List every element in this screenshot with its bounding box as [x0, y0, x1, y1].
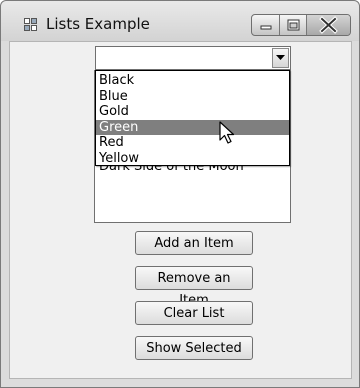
minimize-button[interactable]	[252, 15, 280, 35]
color-dropdown-list[interactable]: Black Blue Gold Green Red Yellow	[95, 70, 290, 166]
add-item-button[interactable]: Add an Item	[135, 231, 253, 255]
color-combobox[interactable]	[95, 46, 291, 70]
title-bar[interactable]: Lists Example	[1, 1, 359, 41]
dropdown-option-highlighted[interactable]: Green	[96, 119, 289, 135]
close-button[interactable]	[307, 15, 350, 35]
remove-item-button[interactable]: Remove an Item	[135, 266, 253, 308]
dropdown-option[interactable]: Blue	[96, 89, 289, 105]
chevron-down-icon	[276, 55, 285, 60]
minimize-icon	[260, 25, 272, 30]
maximize-icon	[287, 19, 300, 31]
dropdown-option[interactable]: Yellow	[96, 151, 289, 167]
dropdown-option[interactable]: Red	[96, 135, 289, 151]
app-window-icon	[24, 18, 37, 31]
close-icon	[319, 16, 338, 34]
mouse-pointer-icon	[219, 121, 235, 144]
dropdown-option[interactable]: Gold	[96, 104, 289, 120]
clear-list-button[interactable]: Clear List	[135, 301, 253, 325]
maximize-button[interactable]	[280, 15, 307, 35]
show-selected-button[interactable]: Show Selected	[135, 336, 253, 360]
dropdown-option[interactable]: Black	[96, 73, 289, 89]
caption-buttons	[251, 14, 351, 36]
window-title: Lists Example	[46, 15, 150, 33]
dropdown-button[interactable]	[272, 48, 289, 68]
